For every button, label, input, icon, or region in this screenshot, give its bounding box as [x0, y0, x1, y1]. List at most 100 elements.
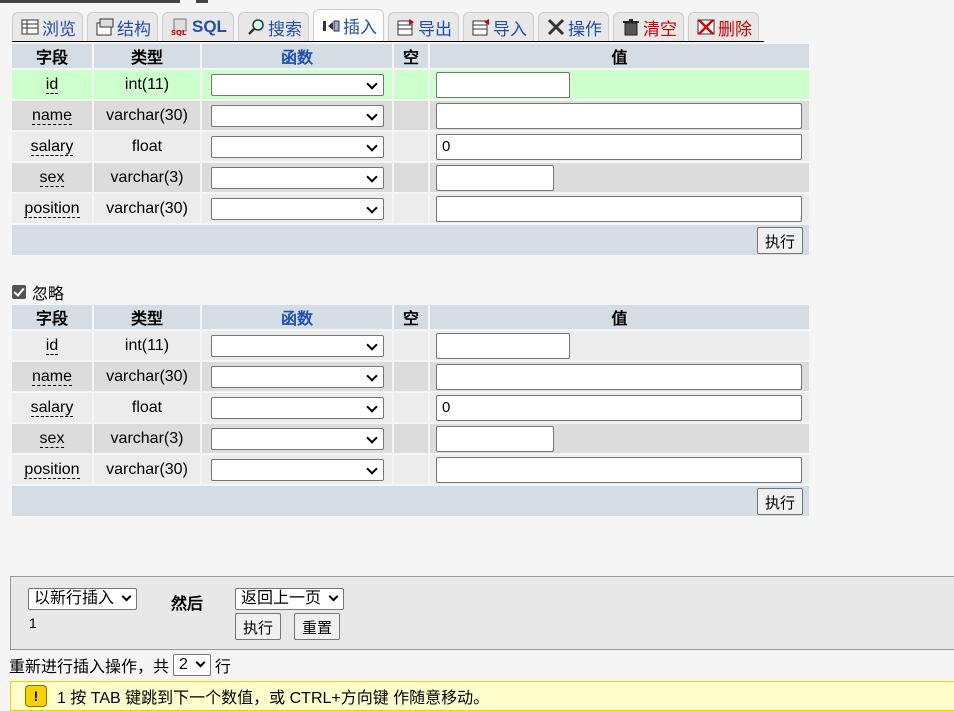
null-cell — [394, 331, 428, 360]
null-cell — [394, 424, 428, 453]
after-insert-select[interactable]: 返回上一页 — [235, 588, 345, 610]
repeat-insert: 重新进行插入操作，共 2 行 — [9, 653, 231, 677]
insert-icon — [322, 17, 340, 35]
field-type: varchar(3) — [94, 163, 200, 192]
insert-mode-select[interactable]: 以新行插入 — [28, 588, 138, 610]
tab-operations[interactable]: 操作 — [537, 12, 609, 41]
reset-button[interactable]: 重置 — [294, 613, 341, 640]
tab-label: 结构 — [117, 19, 151, 39]
tab-structure[interactable]: 结构 — [87, 12, 158, 41]
table-row: id int(11) — [12, 331, 809, 360]
go-button[interactable]: 执行 — [756, 487, 803, 515]
tab-label: 浏览 — [42, 19, 76, 39]
header-function[interactable]: 函数 — [202, 305, 392, 329]
header-value: 值 — [430, 44, 809, 68]
then-label: 然后 — [171, 596, 204, 613]
tab-import[interactable]: 导入 — [462, 12, 534, 41]
ignore-label: 忽略 — [32, 286, 65, 303]
null-cell — [394, 393, 428, 422]
field-type: float — [94, 132, 200, 161]
value-input[interactable] — [436, 102, 802, 129]
function-select[interactable] — [210, 458, 384, 481]
field-name: id — [45, 75, 59, 94]
null-cell — [394, 101, 428, 130]
function-select[interactable] — [210, 135, 384, 158]
tab-label: 清空 — [642, 19, 677, 39]
table-row: sex varchar(3) — [12, 424, 809, 453]
svg-text:SQL: SQL — [171, 29, 187, 36]
tab-empty[interactable]: 清空 — [612, 12, 684, 41]
value-input[interactable] — [436, 332, 570, 359]
tab-label: 导出 — [417, 19, 452, 39]
search-icon — [247, 18, 265, 36]
table-row: name varchar(30) — [12, 101, 809, 130]
null-cell — [394, 163, 428, 192]
tab-drop[interactable]: 删除 — [687, 12, 759, 41]
field-type: int(11) — [94, 331, 200, 360]
tab-label: 插入 — [342, 18, 377, 37]
field-type: float — [94, 393, 200, 422]
value-input[interactable] — [436, 394, 802, 421]
tab-insert[interactable]: 插入 — [312, 9, 384, 41]
tab-browse[interactable]: 浏览 — [12, 12, 83, 41]
header-function[interactable]: 函数 — [202, 44, 392, 68]
field-name: position — [24, 199, 80, 218]
function-select[interactable] — [210, 73, 384, 96]
table-row: id int(11) — [12, 70, 809, 99]
null-cell — [394, 194, 428, 223]
value-input[interactable] — [436, 363, 802, 390]
value-input[interactable] — [436, 456, 802, 483]
header-null: 空 — [394, 44, 428, 68]
function-select[interactable] — [210, 427, 384, 450]
info-icon: ! — [25, 685, 47, 707]
repeat-suffix: 行 — [214, 659, 231, 676]
browse-icon — [21, 18, 39, 36]
table-row: name varchar(30) — [12, 362, 809, 391]
null-cell — [394, 362, 428, 391]
table-row: position varchar(30) — [12, 194, 809, 223]
ignore-option[interactable]: 忽略 — [12, 280, 64, 304]
sql-icon: SQL — [171, 18, 189, 37]
empty-icon — [622, 18, 640, 36]
go-button[interactable]: 执行 — [756, 226, 803, 254]
tab-sql[interactable]: SQL SQL — [162, 12, 234, 41]
export-icon — [397, 18, 415, 36]
field-type: varchar(30) — [94, 362, 200, 391]
insert-form-2: 字段 类型 函数 空 值 id int(11) name varchar(30)… — [10, 303, 811, 518]
function-select[interactable] — [210, 166, 384, 189]
value-input[interactable] — [436, 164, 554, 191]
submit-panel: 以新行插入 然后 返回上一页 1 执行 重置 — [10, 576, 954, 650]
value-input[interactable] — [436, 195, 802, 222]
function-select[interactable] — [210, 104, 384, 127]
tab-export[interactable]: 导出 — [387, 12, 459, 41]
notice-bar: ! 1 按 TAB 键跳到下一个数值，或 CTRL+方向键 作随意移动。 — [10, 681, 954, 711]
header-type: 类型 — [94, 305, 200, 329]
tab-label: 删除 — [717, 19, 752, 39]
value-input[interactable] — [436, 133, 802, 160]
field-type: varchar(30) — [94, 194, 200, 223]
operations-icon — [547, 18, 565, 36]
header-field: 字段 — [12, 305, 92, 329]
value-input[interactable] — [436, 71, 570, 98]
field-type: varchar(30) — [94, 101, 200, 130]
header-field: 字段 — [12, 44, 92, 68]
value-input[interactable] — [436, 425, 554, 452]
field-name: salary — [30, 137, 74, 156]
table-row: salary float — [12, 393, 809, 422]
counter-text: 1 — [29, 615, 37, 631]
null-cell — [394, 70, 428, 99]
function-select[interactable] — [210, 197, 384, 220]
tab-label: 搜索 — [267, 19, 302, 39]
go-button[interactable]: 执行 — [235, 613, 282, 640]
tab-search[interactable]: 搜索 — [237, 12, 309, 41]
function-select[interactable] — [210, 396, 384, 419]
repeat-count-select[interactable]: 2 — [173, 654, 211, 676]
insert-form-1: 字段 类型 函数 空 值 id int(11) name varchar(30)… — [10, 42, 811, 257]
function-select[interactable] — [210, 365, 384, 388]
null-cell — [394, 132, 428, 161]
ignore-checkbox[interactable] — [12, 285, 26, 299]
field-name: name — [31, 106, 73, 125]
field-name: sex — [39, 168, 65, 187]
function-select[interactable] — [210, 334, 384, 357]
tab-label: 操作 — [567, 19, 602, 39]
